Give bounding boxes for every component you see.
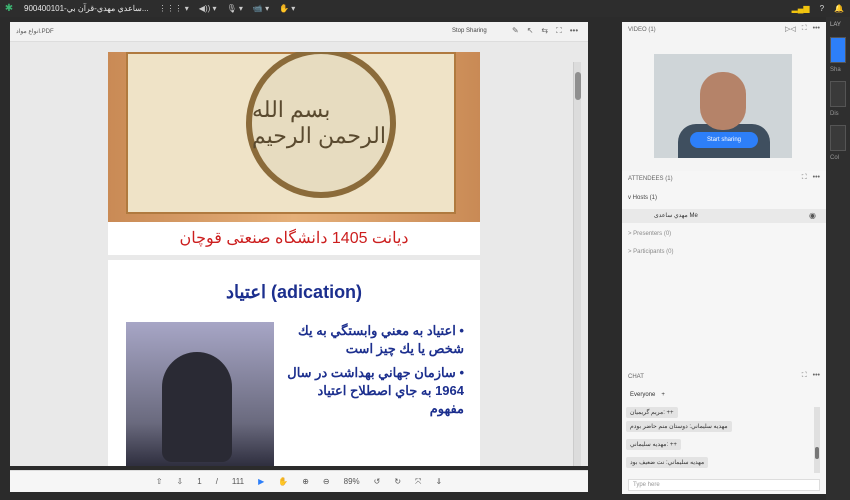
start-sharing-button[interactable]: Start sharing: [690, 132, 758, 148]
rotate-right-icon[interactable]: ↻: [394, 477, 401, 486]
help-icon[interactable]: ?: [820, 4, 824, 13]
layout-share-label: Sha: [830, 67, 841, 73]
zoom-in-icon[interactable]: ⊕: [302, 477, 309, 486]
hand-tool-icon[interactable]: ✋: [278, 477, 288, 486]
more-icon[interactable]: •••: [570, 26, 578, 36]
layouts-label: LAY: [830, 22, 841, 28]
participants-group[interactable]: > Participants (0): [628, 249, 674, 255]
right-panels: VIDEO (1) ▷◁ ⛶ ••• Start sharing ATTENDE…: [594, 17, 826, 500]
layout-collab-label: Col: [830, 155, 840, 161]
stop-sharing-button[interactable]: Stop Sharing: [452, 28, 487, 34]
chat-scroll-thumb[interactable]: [815, 447, 819, 459]
chat-pod: CHAT ⛶ ••• Everyone + مريم گريميان: ++ م…: [622, 369, 826, 494]
video-title: VIDEO (1): [628, 27, 656, 33]
pointer-icon[interactable]: ↖: [527, 26, 534, 36]
bullet-1: • اعتياد به معني وابستگي به يك شخص يا يك…: [298, 323, 464, 356]
share-pod-header: انواع مواد.PDF Stop Sharing ✎ ↖ ⇆ ⛶ •••: [10, 22, 588, 42]
host-entry[interactable]: مهدي ساعدی Me ◉: [622, 209, 826, 223]
layout-collab-tile[interactable]: [830, 125, 846, 151]
slide-page-2: اعتياد (adication) • اعتياد به معني وابس…: [108, 260, 480, 466]
top-right-controls: ▂▄▆ ? 🔔: [792, 0, 844, 17]
layouts-panel: LAY Sha Dis Col: [826, 17, 850, 500]
apps-grid-button[interactable]: ⋮⋮⋮ ▾: [159, 4, 189, 13]
prev-page-icon[interactable]: ⇧: [156, 477, 163, 486]
chat-scrollbar[interactable]: [814, 407, 820, 473]
attendees-title: ATTENDEES (1): [628, 176, 673, 182]
page-total: 111: [231, 477, 245, 486]
chat-title: CHAT: [628, 374, 644, 380]
shared-file-name: انواع مواد.PDF: [16, 29, 54, 35]
chat-fullscreen-icon[interactable]: ⛶: [802, 372, 807, 380]
fit-page-icon[interactable]: ⤧: [415, 477, 421, 487]
host-status-icon: ◉: [809, 211, 816, 220]
download-icon[interactable]: ⇓: [435, 477, 442, 486]
meeting-logo-icon[interactable]: ✱: [0, 0, 18, 17]
hosts-group[interactable]: v Hosts (1): [628, 195, 657, 201]
zoom-out-icon[interactable]: ⊖: [323, 477, 330, 486]
chat-controls: ⛶ •••: [802, 372, 820, 380]
layout-discussion-tile[interactable]: [830, 81, 846, 107]
everyone-tab[interactable]: Everyone: [630, 392, 655, 398]
page-number[interactable]: 1: [197, 477, 201, 486]
attendees-controls: ⛶ •••: [802, 174, 820, 182]
speaker-button[interactable]: ◀)) ▾: [199, 4, 217, 13]
add-tab-icon[interactable]: +: [661, 392, 665, 398]
document-viewer[interactable]: بسم الله الرحمن الرحيم ديانت 1405 دانشگا…: [10, 42, 588, 466]
attendees-header: ATTENDEES (1) ⛶ •••: [622, 171, 826, 187]
rotate-left-icon[interactable]: ↺: [374, 477, 381, 486]
presenters-group[interactable]: > Presenters (0): [628, 231, 671, 237]
fullscreen-icon[interactable]: ⛶: [556, 26, 562, 36]
meeting-title[interactable]: 900400101-ساعدي مهدي-قرآن بي...: [24, 4, 149, 13]
attendees-pod: ATTENDEES (1) ⛶ ••• v Hosts (1) مهدي ساع…: [622, 171, 826, 372]
slide-bullets: • اعتياد به معني وابستگي به يك شخص يا يك…: [284, 322, 464, 424]
microphone-button[interactable]: 🎙 ▾: [227, 4, 243, 13]
attendees-more-icon[interactable]: •••: [813, 174, 820, 182]
slide-heading: اعتياد (adication): [225, 282, 363, 302]
slide-photo: [126, 322, 274, 466]
layout-share-tile[interactable]: [830, 37, 846, 63]
raise-hand-button[interactable]: ✋ ▾: [279, 4, 295, 13]
slide-caption: ديانت 1405 دانشگاه صنعتی قوچان: [179, 230, 409, 247]
attendees-fullscreen-icon[interactable]: ⛶: [802, 174, 807, 182]
chat-more-icon[interactable]: •••: [813, 372, 820, 380]
layout-discussion-label: Dis: [830, 111, 839, 117]
zoom-level[interactable]: 89%: [344, 477, 360, 486]
person-face: [700, 72, 746, 130]
chat-message: مهديه سليماني: نت ضعيف بود: [626, 457, 816, 468]
top-menu-bar: ✱ 900400101-ساعدي مهدي-قرآن بي... ⋮⋮⋮ ▾ …: [0, 0, 850, 17]
video-controls: ▷◁ ⛶ •••: [785, 25, 820, 33]
calligraphy-medallion: بسم الله الرحمن الرحيم: [246, 52, 396, 198]
person-silhouette: [162, 352, 232, 462]
camera-button[interactable]: 📹 ▾: [253, 4, 269, 13]
document-scroll-thumb[interactable]: [575, 72, 581, 100]
notifications-icon[interactable]: 🔔: [834, 4, 844, 13]
video-fullscreen-icon[interactable]: ⛶: [802, 25, 807, 33]
next-page-icon[interactable]: ⇩: [177, 477, 184, 486]
video-layout-icon[interactable]: ▷◁: [785, 25, 796, 33]
slide-page-1: بسم الله الرحمن الرحيم ديانت 1405 دانشگا…: [108, 52, 480, 255]
calligraphy-panel: بسم الله الرحمن الرحيم: [126, 52, 456, 214]
page-separator: /: [215, 477, 218, 486]
sync-icon[interactable]: ⇆: [541, 26, 548, 36]
video-pod: VIDEO (1) ▷◁ ⛶ ••• Start sharing: [622, 22, 826, 182]
chat-message: مهديه سليماني: دوستان منم حاضر بودم: [626, 421, 816, 432]
document-scrollbar[interactable]: [573, 62, 581, 466]
chat-tabs: Everyone +: [630, 388, 818, 402]
share-tools: ✎ ↖ ⇆ ⛶ •••: [512, 26, 578, 36]
video-more-icon[interactable]: •••: [813, 25, 820, 33]
host-name: مهدي ساعدی Me: [654, 213, 698, 219]
draw-icon[interactable]: ✎: [512, 26, 519, 36]
video-header: VIDEO (1) ▷◁ ⛶ •••: [622, 22, 826, 38]
connection-icon[interactable]: ▂▄▆: [792, 4, 810, 13]
chat-header: CHAT ⛶ •••: [622, 369, 826, 385]
chat-message: مهديه سليماني: ++: [626, 439, 816, 450]
cursor-tool-icon[interactable]: ▶: [258, 477, 264, 486]
chat-message: مريم گريميان: ++: [626, 407, 816, 418]
bullet-2: • سازمان جهاني بهداشت در سال 1964 به جاي…: [287, 365, 464, 416]
chat-input[interactable]: Type here: [628, 479, 820, 491]
document-toolbar: ⇧ ⇩ 1 / 111 ▶ ✋ ⊕ ⊖ 89% ↺ ↻ ⤧ ⇓: [10, 470, 588, 492]
webcam-preview: Start sharing: [654, 54, 792, 158]
calligraphy-text: بسم الله الرحمن الرحيم: [252, 97, 386, 148]
